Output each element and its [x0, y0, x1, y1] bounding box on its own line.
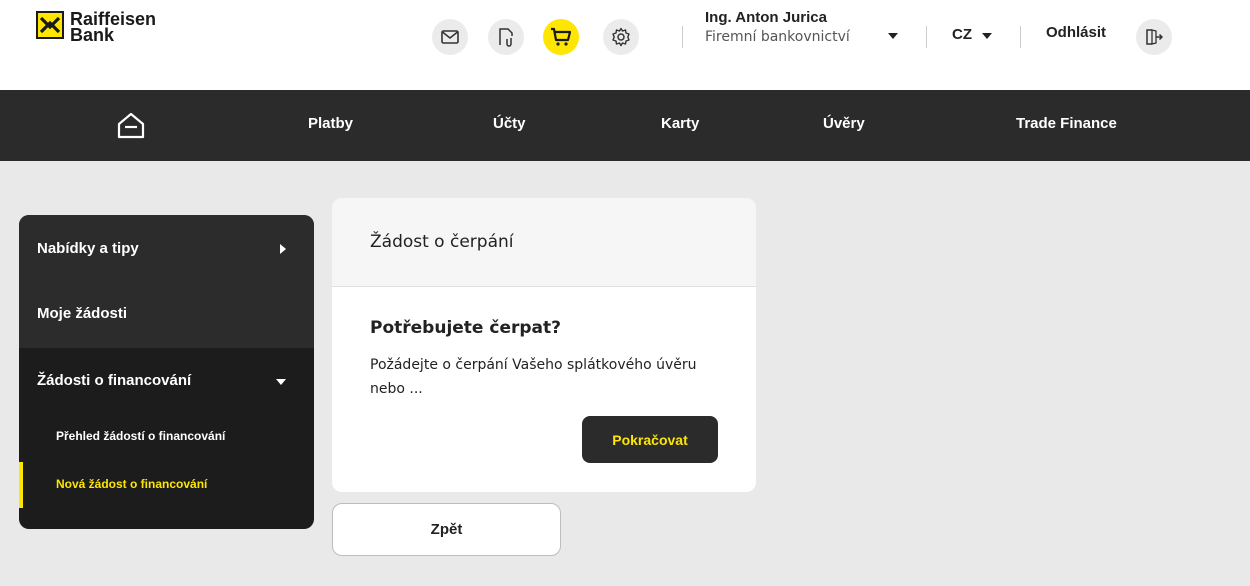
divider: [1020, 26, 1021, 48]
raiffeisen-logo[interactable]: Raiffeisen Bank: [36, 9, 157, 45]
nav-item-karty[interactable]: Karty: [661, 115, 699, 132]
user-name: Ing. Anton Jurica: [705, 9, 827, 26]
nav-item-uvery[interactable]: Úvěry: [823, 115, 865, 132]
sidebar-item-label: Moje žádosti: [37, 305, 128, 322]
home-icon[interactable]: [115, 110, 147, 144]
sidebar-item-label: Přehled žádostí o financování: [56, 429, 226, 443]
sidebar-item-moje-zadosti[interactable]: Moje žádosti: [19, 282, 314, 348]
main-navigation: Platby Účty Karty Úvěry Trade Finance: [0, 90, 1250, 161]
chevron-right-icon: [280, 244, 286, 254]
document-attachment-icon[interactable]: [488, 19, 524, 55]
logo-text: Raiffeisen Bank: [70, 9, 157, 45]
mail-icon[interactable]: [432, 19, 468, 55]
sidebar-item-label: Žádosti o financování: [37, 372, 192, 389]
logout-link[interactable]: Odhlásit: [1046, 24, 1106, 41]
sidebar: Nabídky a tipy Moje žádosti Žádosti o fi…: [19, 215, 314, 529]
sidebar-item-label: Nabídky a tipy: [37, 240, 139, 257]
card-description: Požádejte o čerpání Vašeho splátkového ú…: [370, 357, 697, 397]
sidebar-item-label: Nová žádost o financování: [56, 477, 208, 491]
user-caret-down-icon[interactable]: [888, 33, 898, 39]
divider: [926, 26, 927, 48]
nav-item-ucty[interactable]: Účty: [493, 115, 526, 132]
card-header: Žádost o čerpání: [332, 198, 756, 287]
sidebar-item-prehled[interactable]: Přehled žádostí o financování: [19, 414, 314, 460]
user-menu[interactable]: Ing. Anton Jurica Firemní bankovnictví: [705, 9, 850, 45]
top-bar: Raiffeisen Bank Ing. Anton Jurica Firemn…: [0, 0, 1250, 90]
continue-button[interactable]: Pokračovat: [582, 416, 718, 463]
sidebar-item-nova-zadost[interactable]: Nová žádost o financování: [19, 462, 314, 508]
card-subtitle: Potřebujete čerpat?: [370, 318, 562, 338]
settings-gear-icon[interactable]: [603, 19, 639, 55]
nav-item-trade-finance[interactable]: Trade Finance: [1016, 115, 1117, 132]
language-caret-down-icon[interactable]: [982, 33, 992, 39]
nav-item-platby[interactable]: Platby: [308, 115, 353, 132]
divider: [682, 26, 683, 48]
card-title: Žádost o čerpání: [370, 232, 514, 252]
logout-icon[interactable]: [1136, 19, 1172, 55]
chevron-down-icon: [276, 379, 286, 385]
language-select[interactable]: CZ: [952, 26, 972, 43]
user-role: Firemní bankovnictví: [705, 29, 850, 45]
back-button[interactable]: Zpět: [332, 503, 561, 556]
logo-mark-icon: [36, 11, 64, 39]
drawdown-request-card: Žádost o čerpání Potřebujete čerpat? Pož…: [332, 198, 756, 492]
sidebar-item-zadosti-o-financovani[interactable]: Žádosti o financování: [19, 348, 314, 414]
sidebar-item-nabidky[interactable]: Nabídky a tipy: [19, 215, 314, 282]
cart-icon[interactable]: [543, 19, 579, 55]
